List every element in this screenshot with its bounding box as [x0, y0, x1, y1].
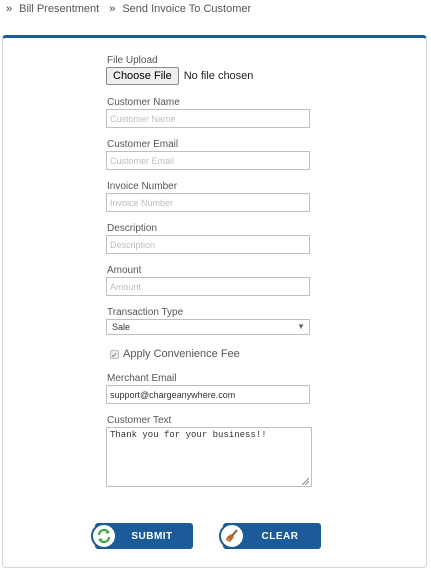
- breadcrumb-separator: »: [6, 3, 12, 15]
- customer-name-input[interactable]: [106, 109, 310, 128]
- file-upload-label: File Upload: [107, 55, 158, 66]
- convenience-fee-checkbox[interactable]: ✔: [110, 349, 119, 360]
- invoice-number-input[interactable]: [106, 193, 310, 212]
- convenience-fee-label: Apply Convenience Fee: [123, 348, 240, 360]
- chevron-down-icon: ▼: [297, 322, 305, 331]
- description-label: Description: [107, 223, 158, 234]
- merchant-email-label: Merchant Email: [107, 373, 177, 384]
- description-input[interactable]: [106, 235, 310, 254]
- refresh-icon: [91, 523, 117, 549]
- broom-icon: [219, 523, 245, 549]
- breadcrumb: » Bill Presentment » Send Invoice To Cus…: [6, 2, 251, 16]
- resize-grip-icon[interactable]: [300, 476, 309, 485]
- clear-label: CLEAR: [261, 530, 299, 542]
- submit-button[interactable]: SUBMIT: [91, 523, 193, 549]
- merchant-email-input[interactable]: [106, 385, 310, 404]
- amount-input[interactable]: [106, 277, 310, 296]
- breadcrumb-item-bill-presentment[interactable]: Bill Presentment: [19, 3, 99, 15]
- customer-text-textarea[interactable]: Thank you for your business!!: [106, 427, 312, 487]
- file-upload-field: Choose File No file chosen: [106, 67, 253, 85]
- breadcrumb-separator: »: [109, 3, 115, 15]
- invoice-number-label: Invoice Number: [107, 181, 178, 192]
- customer-text-label: Customer Text: [107, 415, 172, 426]
- amount-label: Amount: [107, 265, 142, 276]
- customer-email-input[interactable]: [106, 151, 310, 170]
- clear-button[interactable]: CLEAR: [219, 523, 321, 549]
- choose-file-button[interactable]: Choose File: [106, 67, 179, 85]
- convenience-fee-row: ✔ Apply Convenience Fee: [110, 348, 240, 360]
- transaction-type-label: Transaction Type: [107, 307, 184, 318]
- breadcrumb-item-send-invoice: Send Invoice To Customer: [122, 3, 252, 15]
- transaction-type-select[interactable]: Sale ▼: [106, 319, 310, 335]
- submit-label: SUBMIT: [131, 530, 173, 542]
- transaction-type-value: Sale: [112, 322, 131, 332]
- file-status-text: No file chosen: [183, 70, 254, 82]
- customer-name-label: Customer Name: [107, 97, 180, 108]
- customer-email-label: Customer Email: [107, 139, 179, 150]
